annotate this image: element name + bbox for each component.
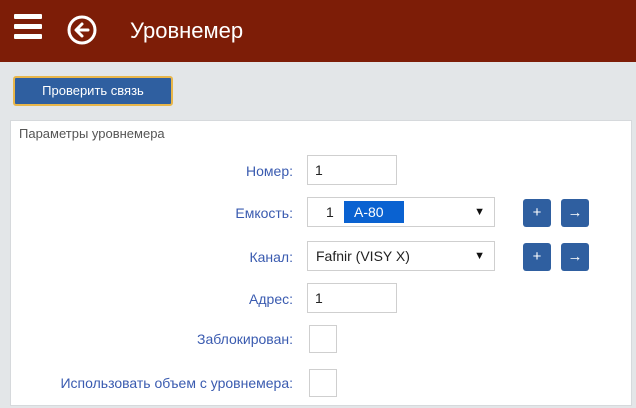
address-label: Адрес: [249,291,293,307]
toolbar: Проверить связь [0,62,636,114]
app-header: Уровнемер [0,0,636,62]
number-label: Номер: [246,163,293,179]
go-to-channel-button[interactable]: → [561,243,589,271]
tank-label: Емкость: [235,205,293,221]
go-to-tank-button[interactable]: → [561,199,589,227]
content-area: Параметры уровнемера Номер: 1 Емкость: 1… [0,114,636,408]
page-title: Уровнемер [130,18,244,43]
add-tank-button[interactable]: + [523,199,551,227]
hamburger-menu-icon[interactable] [14,14,42,40]
tank-number: 1 [326,204,334,220]
use-gauge-volume-checkbox[interactable] [309,369,337,397]
level-gauge-params-panel: Параметры уровнемера Номер: 1 Емкость: 1… [10,120,632,406]
tank-name-selected: А-80 [344,201,404,223]
panel-title: Параметры уровнемера [19,126,165,141]
number-input[interactable]: 1 [307,155,397,185]
add-channel-button[interactable]: + [523,243,551,271]
dropdown-caret-icon: ▼ [474,250,485,262]
address-input[interactable]: 1 [307,283,397,313]
channel-select[interactable]: Fafnir (VISY X) ▼ [307,241,495,271]
tank-select[interactable]: 1 А-80 ▼ [307,197,495,227]
check-connection-button[interactable]: Проверить связь [13,76,173,106]
channel-selected-value: Fafnir (VISY X) [316,248,410,264]
use-gauge-volume-label: Использовать объем с уровнемера: [60,375,293,391]
back-arrow-circle-icon[interactable] [66,14,98,46]
locked-checkbox[interactable] [309,325,337,353]
channel-label: Канал: [249,249,293,265]
dropdown-caret-icon: ▼ [474,206,485,218]
locked-label: Заблокирован: [197,331,293,347]
